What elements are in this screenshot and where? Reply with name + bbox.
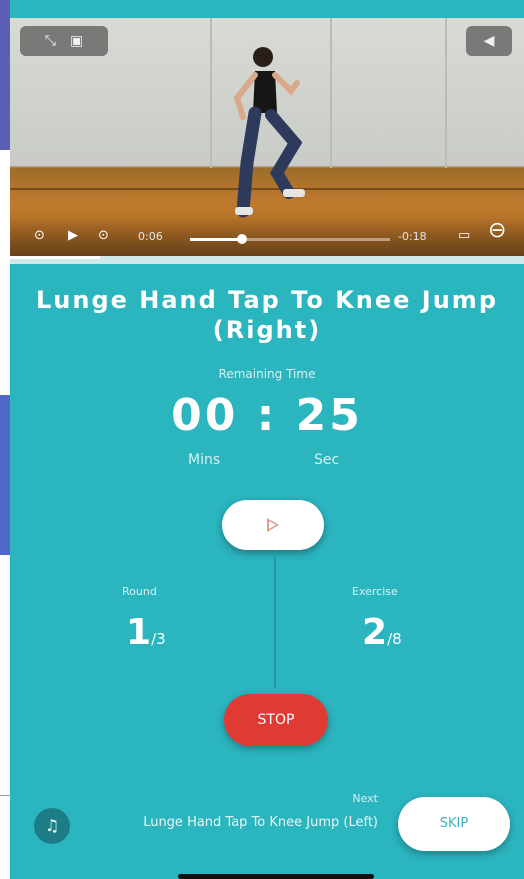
remaining-time: -0:18 [398, 230, 427, 243]
round-total: /3 [151, 630, 166, 648]
exercise-title: Lunge Hand Tap To Knee Jump (Right) [35, 286, 498, 344]
round-value: 1/3 [126, 612, 166, 653]
workout-player: ⤡ ▣ ◀ ⊙ ▶ ⊙ 0:06 -0:18 ▭ ⊖ Lunge Hand Ta… [10, 0, 524, 879]
stop-button[interactable]: STOP [224, 694, 328, 746]
music-button[interactable]: ♫ [34, 808, 70, 844]
round-current: 1 [126, 612, 152, 653]
play-button[interactable] [222, 500, 324, 550]
replay-icon[interactable]: ⊙ [34, 228, 45, 243]
exercise-video[interactable]: ⤡ ▣ ◀ ⊙ ▶ ⊙ 0:06 -0:18 ▭ ⊖ [10, 18, 524, 256]
music-note-icon: ♫ [44, 816, 60, 835]
timer-minutes: 00 [171, 390, 239, 441]
stats-divider [274, 550, 276, 688]
wall-panel [330, 18, 332, 168]
wall-panel [445, 18, 447, 168]
timer-separator: : [256, 390, 278, 441]
minutes-label: Mins [188, 452, 221, 468]
video-control-bar [10, 218, 524, 256]
exercise-value: 2/8 [362, 612, 402, 653]
rotate-icon[interactable]: ⊖ [488, 218, 506, 243]
exercise-total: /8 [387, 630, 402, 648]
current-time: 0:06 [138, 230, 163, 243]
play-icon [267, 518, 279, 532]
seconds-label: Sec [314, 452, 340, 468]
skip-icon[interactable]: ⊙ [98, 228, 109, 243]
home-indicator [178, 874, 374, 879]
video-progress-knob[interactable] [237, 234, 247, 244]
volume-icon: ◀ [483, 33, 495, 49]
exercise-label: Exercise [352, 585, 398, 598]
next-exercise-name: Lunge Hand Tap To Knee Jump (Left) [143, 815, 378, 830]
remaining-time-label: Remaining Time [218, 367, 316, 381]
volume-button[interactable]: ◀ [466, 26, 512, 56]
exercise-current: 2 [362, 612, 388, 653]
video-top-left-controls: ⤡ ▣ [20, 26, 108, 56]
skip-button[interactable]: SKIP [398, 797, 510, 851]
trainer-figure [233, 47, 305, 218]
timer-seconds: 25 [295, 390, 363, 441]
round-label: Round [122, 585, 157, 598]
lock-icon[interactable]: ▣ [70, 33, 83, 49]
wall-panel [210, 18, 212, 168]
countdown-timer: 00 : 25 [10, 390, 524, 441]
airplay-icon[interactable]: ▭ [458, 228, 470, 243]
video-progress[interactable] [190, 234, 390, 244]
collapse-icon[interactable]: ⤡ [45, 33, 56, 49]
play-icon[interactable]: ▶ [68, 228, 78, 243]
next-label: Next [352, 792, 378, 805]
video-progress-fill [190, 238, 242, 241]
video-buffer-fill [10, 256, 100, 259]
